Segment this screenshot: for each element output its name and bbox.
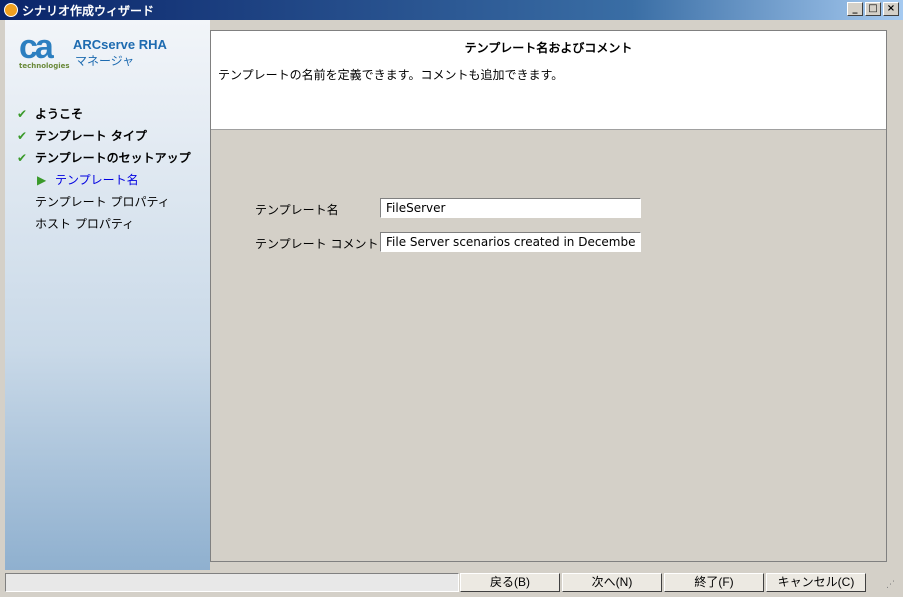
step-template-type: ✔ テンプレート タイプ	[17, 128, 147, 144]
minimize-button[interactable]: _	[847, 2, 863, 16]
check-icon: ✔	[17, 128, 28, 143]
template-comment-label: テンプレート コメント	[255, 237, 379, 251]
page-header: テンプレート名およびコメント テンプレートの名前を定義できます。コメントも追加で…	[211, 31, 886, 130]
finish-button[interactable]: 終了(F)	[664, 573, 764, 592]
check-icon: ✔	[17, 106, 28, 121]
page-description: テンプレートの名前を定義できます。コメントも追加できます。	[218, 68, 564, 82]
page-title: テンプレート名およびコメント	[464, 41, 633, 55]
arrow-right-icon: ▶	[37, 172, 47, 187]
template-name-input[interactable]	[380, 198, 641, 218]
close-button[interactable]: ×	[883, 2, 899, 16]
step-template-name: ▶ テンプレート名	[37, 172, 139, 188]
check-icon: ✔	[17, 150, 28, 165]
template-name-label: テンプレート名	[255, 203, 339, 217]
status-bar	[5, 573, 459, 592]
wizard-sidebar: ca technologies ARCserve RHA マネージャ ✔ ようこそ …	[5, 20, 210, 570]
resize-grip-icon[interactable]: ⋰	[886, 580, 895, 590]
app-icon	[4, 3, 18, 17]
step-template-setup: ✔ テンプレートのセットアップ	[17, 150, 191, 166]
ca-logo: ca technologies	[19, 28, 70, 70]
maximize-button[interactable]: □	[865, 2, 881, 16]
step-welcome: ✔ ようこそ	[17, 106, 84, 122]
title-bar: シナリオ作成ウィザード _ □ ×	[0, 0, 903, 20]
step-template-properties: テンプレート プロパティ	[35, 195, 170, 209]
back-button[interactable]: 戻る(B)	[460, 573, 560, 592]
cancel-button[interactable]: キャンセル(C)	[766, 573, 866, 592]
product-name: ARCserve RHA	[73, 37, 167, 52]
next-button[interactable]: 次へ(N)	[562, 573, 662, 592]
product-subtitle: マネージャ	[75, 54, 135, 68]
window-title: シナリオ作成ウィザード	[22, 3, 155, 18]
step-host-properties: ホスト プロパティ	[35, 217, 135, 231]
wizard-content: テンプレート名およびコメント テンプレートの名前を定義できます。コメントも追加で…	[210, 30, 887, 562]
template-comment-input[interactable]	[380, 232, 641, 252]
